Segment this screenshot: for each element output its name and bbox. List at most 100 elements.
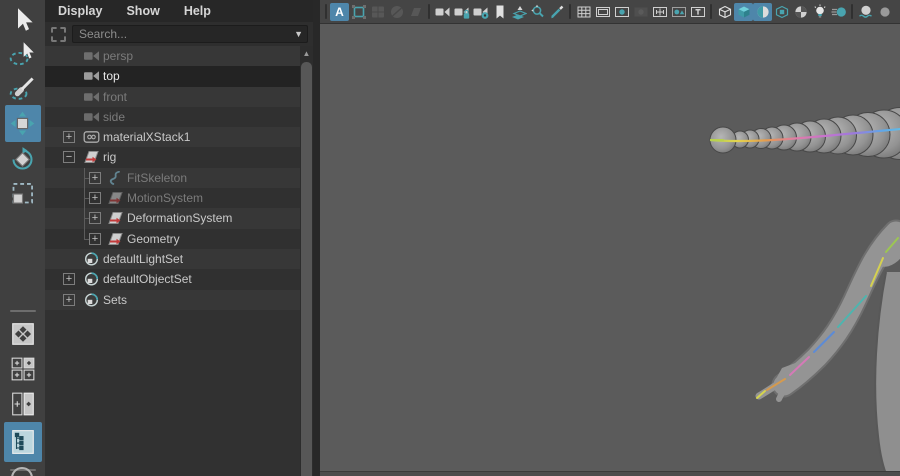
resolution-gate-button[interactable] <box>612 3 631 21</box>
select-camera-button[interactable] <box>433 3 452 21</box>
outliner-tree-wrap: persp top front side + materialXStack1− rig + Fi… <box>45 46 313 476</box>
scrollbar-up-button[interactable]: ▲ <box>300 46 313 60</box>
search-dropdown-caret[interactable]: ▼ <box>294 29 303 39</box>
maya-window: Display Show Help ▼ persp top front side + mate… <box>0 0 900 476</box>
letter-a-display-button[interactable]: A <box>330 2 349 21</box>
gate-mask-button[interactable] <box>631 3 650 21</box>
plane-view-dim-button[interactable] <box>406 3 425 21</box>
safe-title-button[interactable] <box>688 3 707 21</box>
expand-toggle[interactable]: + <box>63 273 75 286</box>
expand-toggle[interactable]: − <box>63 151 75 164</box>
smooth-shade-display-button[interactable] <box>734 2 753 21</box>
wireframe-display-button[interactable] <box>715 3 734 21</box>
pan-zoom-2d-button[interactable] <box>528 3 547 21</box>
tree-item-front[interactable]: front <box>45 86 300 107</box>
lasso-tool[interactable] <box>5 37 41 70</box>
toolbar-separator <box>325 4 327 19</box>
grid-display-button[interactable] <box>574 3 593 21</box>
bookmarks-button[interactable] <box>490 3 509 21</box>
node-label: side <box>103 109 126 124</box>
expand-toggle[interactable]: + <box>89 212 101 225</box>
expand-toggle[interactable]: + <box>89 192 101 205</box>
rotate-tool[interactable] <box>5 143 41 176</box>
node-label: materialXStack1 <box>103 130 191 145</box>
filter-icon[interactable] <box>51 26 66 42</box>
viewport-canvas[interactable] <box>320 24 900 476</box>
camera-icon <box>83 110 100 124</box>
exposure-control-button[interactable] <box>856 3 875 21</box>
layout-four-pane[interactable] <box>6 352 40 385</box>
layout-single-pane[interactable] <box>6 317 40 350</box>
tree-item-persp[interactable]: persp <box>45 46 300 67</box>
tree-item-defaultObjectSet[interactable]: + defaultObjectSet <box>45 269 300 290</box>
tree-item-rig[interactable]: − rig <box>45 147 300 168</box>
node-label: persp <box>103 49 134 63</box>
toolbar-separator <box>851 4 853 19</box>
toolbar-separator <box>710 4 712 19</box>
expand-toggle[interactable]: + <box>89 171 101 184</box>
shadows-display-button[interactable] <box>791 3 810 21</box>
expand-toggle[interactable]: + <box>63 293 75 306</box>
textured-display-button[interactable] <box>753 2 772 21</box>
toolbar-separator <box>428 4 430 19</box>
gamma-control-button[interactable] <box>875 3 894 21</box>
tree-item-Geometry[interactable]: + Geometry <box>45 228 300 249</box>
panel-separator[interactable] <box>313 0 320 476</box>
outliner-tree: persp top front side + materialXStack1− rig + Fi… <box>45 46 300 310</box>
tree-item-MotionSystem[interactable]: + MotionSystem <box>45 188 300 209</box>
film-gate-button[interactable] <box>593 3 612 21</box>
menu-display[interactable]: Display <box>58 4 102 18</box>
tree-item-defaultLightSet[interactable]: defaultLightSet <box>45 248 300 270</box>
paint-select-tool[interactable] <box>5 71 41 104</box>
expand-toggle[interactable]: + <box>63 131 75 144</box>
toolbar-separator <box>569 4 571 19</box>
camera-icon <box>83 49 100 63</box>
scrollbar-thumb[interactable] <box>301 62 312 476</box>
tree-item-Sets[interactable]: + Sets <box>45 289 300 310</box>
transform-icon <box>83 150 100 164</box>
toolbox-divider <box>9 310 36 312</box>
outliner-menubar: Display Show Help <box>45 0 313 22</box>
outliner-scrollbar[interactable]: ▲ <box>300 46 313 476</box>
lock-camera-button[interactable] <box>452 3 471 21</box>
expand-toggle[interactable]: + <box>89 232 101 245</box>
node-label: rig <box>103 150 117 165</box>
menu-help[interactable]: Help <box>184 4 211 18</box>
materialx-icon <box>83 130 100 144</box>
tree-item-FitSkeleton[interactable]: + FitSkeleton <box>45 167 300 189</box>
use-all-lights-button[interactable] <box>772 3 791 21</box>
selection-highlight-button[interactable] <box>349 3 368 21</box>
camera-attributes-button[interactable] <box>471 3 490 21</box>
node-label: FitSkeleton <box>127 170 188 185</box>
tree-item-DeformationSystem[interactable]: + DeformationSystem <box>45 208 300 229</box>
image-plane-button[interactable] <box>509 3 528 21</box>
field-chart-button[interactable] <box>650 3 669 21</box>
node-label: defaultObjectSet <box>103 272 192 287</box>
menu-show[interactable]: Show <box>126 4 159 18</box>
node-label: front <box>103 89 128 104</box>
scale-tool[interactable] <box>5 177 41 210</box>
camera-icon <box>83 69 100 83</box>
select-tool[interactable] <box>5 3 41 36</box>
multi-pane-dim-button[interactable] <box>368 3 387 21</box>
layout-two-pane[interactable] <box>6 387 40 420</box>
split-view-dim-button[interactable] <box>387 3 406 21</box>
layout-outliner-persp[interactable] <box>3 422 42 462</box>
viewport-bottom-strip <box>320 471 900 476</box>
tree-item-materialXStack1[interactable]: + materialXStack1 <box>45 127 300 148</box>
node-label: top <box>103 69 120 84</box>
tree-item-top[interactable]: top <box>45 66 300 87</box>
grease-pencil-button[interactable] <box>547 3 566 21</box>
character-model <box>709 107 900 476</box>
node-label: Sets <box>103 292 128 307</box>
ambient-occlusion-button[interactable] <box>810 3 829 21</box>
safe-action-button[interactable] <box>669 3 688 21</box>
outliner-panel: Display Show Help ▼ persp top front side + mate… <box>45 0 313 476</box>
search-input[interactable] <box>72 25 308 43</box>
set-icon <box>83 292 100 307</box>
viewport-column: A <box>320 0 900 476</box>
tree-item-side[interactable]: side <box>45 106 300 128</box>
move-tool[interactable] <box>4 105 41 142</box>
node-label: Geometry <box>127 231 180 246</box>
motion-blur-button[interactable] <box>829 3 848 21</box>
